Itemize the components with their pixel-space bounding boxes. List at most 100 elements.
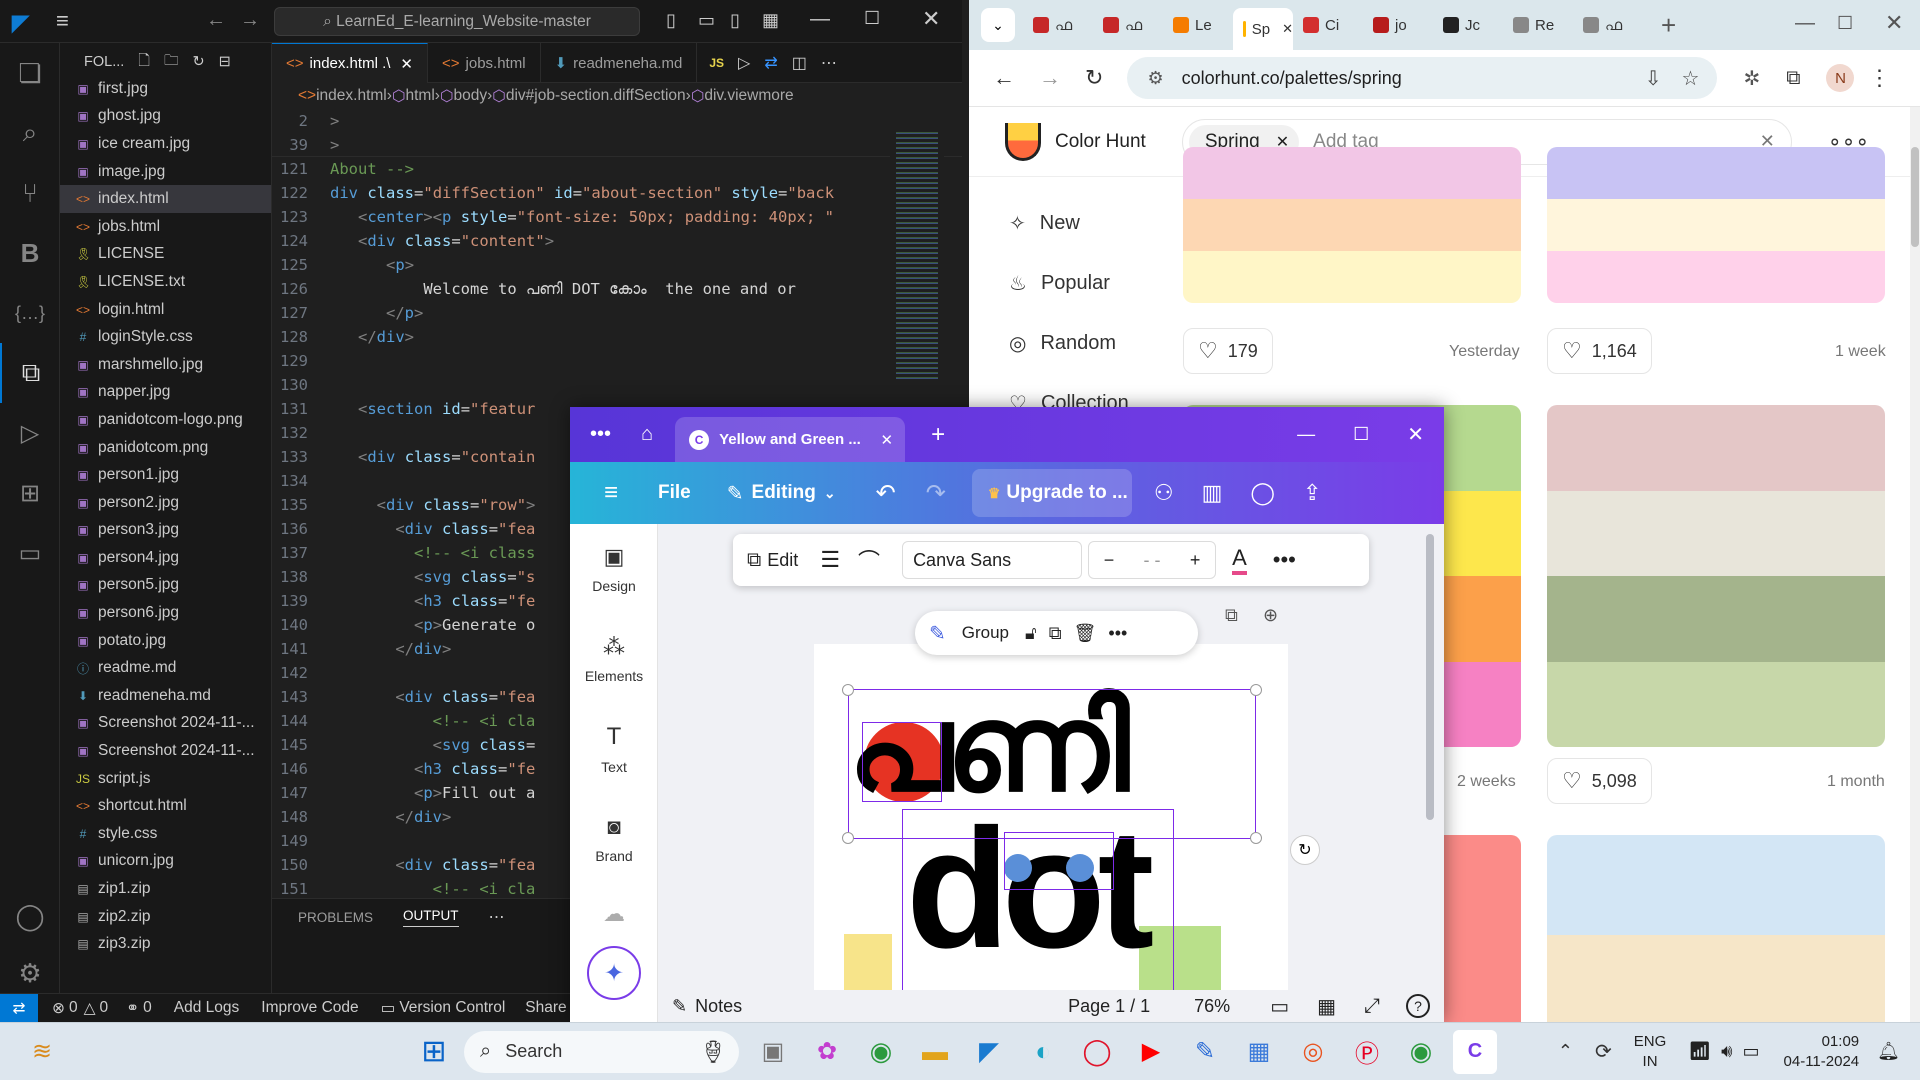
copilot-icon[interactable]: ✿ — [805, 1030, 849, 1074]
more-actions-icon[interactable]: ⋯ — [821, 53, 837, 73]
chrome-tab[interactable]: Sp ✕ — [1233, 8, 1293, 50]
battery-icon[interactable]: ▭ — [1743, 1041, 1760, 1062]
layout-icon[interactable]: ▦ — [762, 10, 779, 31]
chrome-tab[interactable]: Ci — [1293, 8, 1363, 42]
help-icon[interactable]: ? — [1406, 994, 1430, 1018]
color-swatch[interactable] — [1183, 251, 1521, 303]
canva-maximize-icon[interactable]: ☐ — [1353, 424, 1369, 445]
file-item[interactable]: # loginStyle.css — [60, 323, 271, 351]
zoom-level[interactable]: 76% — [1194, 996, 1230, 1017]
file-item[interactable]: <> login.html — [60, 296, 271, 324]
file-item[interactable]: ⓘ readme.md — [60, 654, 271, 682]
file-item[interactable]: ▤ zip3.zip — [60, 930, 271, 958]
chrome-maximize-icon[interactable]: ☐ — [1837, 13, 1853, 34]
color-swatch[interactable] — [1547, 935, 1885, 1022]
canva-tab-close-icon[interactable]: ✕ — [881, 431, 894, 449]
resize-handle[interactable] — [842, 684, 854, 696]
compare-icon[interactable]: ⇄ — [764, 53, 777, 73]
code-line[interactable]: 129 — [272, 349, 962, 373]
remote-icon[interactable]: ⇄ — [0, 993, 38, 1023]
font-size-stepper[interactable]: − - - + — [1088, 541, 1217, 579]
resize-handle[interactable] — [842, 832, 854, 844]
color-swatch[interactable] — [1547, 251, 1885, 303]
nav-popular[interactable]: ♨ Popular — [969, 253, 1129, 313]
undo-icon[interactable]: ↶ — [876, 479, 896, 508]
tool-elements[interactable]: ⁂ Elements — [570, 614, 658, 704]
palette-card[interactable] — [1547, 147, 1885, 303]
chrome-tab[interactable]: Le — [1163, 8, 1233, 42]
file-item[interactable]: <> index.html — [60, 185, 271, 213]
code-line[interactable]: 128 </div> — [272, 325, 962, 349]
color-swatch[interactable] — [1547, 405, 1885, 491]
youtube-icon[interactable]: ▶ — [1129, 1030, 1173, 1074]
lock-icon[interactable]: 🔓︎ — [1025, 623, 1037, 644]
task-view-icon[interactable]: ▣ — [751, 1030, 795, 1074]
file-item[interactable]: ▤ zip1.zip — [60, 875, 271, 903]
taskbar-search[interactable]: ⌕ Search 🏺︎ — [464, 1030, 739, 1073]
ports-icon[interactable]: ⚭ — [126, 999, 139, 1018]
color-swatch[interactable] — [1547, 576, 1885, 662]
file-item[interactable]: ▣ person5.jpg — [60, 572, 271, 600]
line-spacing-icon[interactable]: ☰ — [820, 547, 840, 573]
font-size-minus-icon[interactable]: − — [1104, 550, 1115, 571]
file-item[interactable]: ⬇ readmeneha.md — [60, 682, 271, 710]
code-line[interactable]: 122 div class="diffSection" id="about-sec… — [272, 181, 962, 205]
tab-readmeneha-md[interactable]: ⬇ readmeneha.md — [541, 43, 698, 83]
opera-icon[interactable]: ◯ — [1075, 1030, 1119, 1074]
error-icon[interactable]: ⊗ — [52, 999, 65, 1018]
notes-button[interactable]: Notes — [695, 996, 742, 1017]
palette-card[interactable] — [1183, 147, 1521, 303]
vscode-taskbar-icon[interactable]: ◤ — [967, 1030, 1011, 1074]
edge-icon[interactable]: ◐ — [1021, 1030, 1065, 1074]
improve-code-button[interactable]: Improve Code — [261, 999, 358, 1017]
chrome-tab[interactable]: Jc — [1433, 8, 1503, 42]
canva-menu-dots-icon[interactable]: ••• — [590, 423, 611, 446]
chrome-tab[interactable]: jo — [1363, 8, 1433, 42]
file-item[interactable]: ▣ first.jpg — [60, 75, 271, 103]
redo-icon[interactable]: ↷ — [926, 479, 946, 508]
chrome-icon[interactable]: ◉ — [859, 1030, 903, 1074]
tab-jobs-html[interactable]: <> jobs.html — [428, 43, 541, 83]
forward-arrow-icon[interactable]: → — [240, 9, 260, 32]
chrome-menu-icon[interactable]: ⋮ — [1868, 65, 1890, 91]
extension-bug-icon[interactable]: ✲ — [1743, 66, 1760, 91]
canva-hamburger-icon[interactable]: ≡ — [604, 479, 618, 507]
back-arrow-icon[interactable]: ← — [206, 9, 226, 32]
page-indicator[interactable]: Page 1 / 1 — [1068, 996, 1150, 1017]
breadcrumb-item[interactable]: div.viewmore — [704, 87, 793, 105]
file-item[interactable]: ▣ person3.jpg — [60, 517, 271, 545]
tab-close-icon[interactable]: ✕ — [400, 55, 413, 73]
comment-icon[interactable]: ◯ — [1250, 480, 1275, 506]
back-icon[interactable]: ← — [993, 65, 1015, 91]
color-swatch[interactable] — [1547, 661, 1885, 747]
group-button[interactable]: Group — [962, 623, 1009, 643]
group-more-icon[interactable]: ••• — [1108, 623, 1127, 644]
add-logs-button[interactable]: Add Logs — [174, 999, 240, 1017]
ubuntu-icon[interactable]: ◎ — [1291, 1030, 1335, 1074]
code-line[interactable]: 127 </p> — [272, 301, 962, 325]
breadcrumb-item[interactable]: body — [454, 87, 488, 105]
tool-uploads[interactable]: ☁ — [570, 884, 658, 944]
bookmark-star-icon[interactable]: ☆ — [1682, 66, 1700, 91]
font-family-dropdown[interactable]: Canva Sans — [902, 541, 1083, 579]
windows-start-icon[interactable]: ⊞ — [412, 1030, 456, 1074]
refresh-icon[interactable]: ↻ — [192, 54, 204, 70]
code-line[interactable]: 121 About --> — [272, 157, 962, 181]
page-grid-icon[interactable]: ▭ — [1270, 994, 1289, 1019]
add-page-icon[interactable]: ⊕ — [1263, 605, 1278, 626]
canva-scrollbar[interactable] — [1426, 524, 1434, 824]
chrome-profile-icon[interactable]: ◉ — [1399, 1030, 1443, 1074]
selection-box[interactable] — [1004, 832, 1114, 890]
like-button[interactable]: ♡ 5,098 — [1547, 758, 1652, 804]
wifi-icon[interactable]: 📶︎ — [1688, 1041, 1711, 1062]
color-swatch[interactable] — [1183, 147, 1521, 199]
file-item[interactable]: <> shortcut.html — [60, 792, 271, 820]
chrome-minimize-icon[interactable]: — — [1795, 12, 1815, 35]
color-swatch[interactable] — [1547, 199, 1885, 251]
code-line[interactable]: 2 > — [272, 109, 962, 133]
chrome-close-icon[interactable]: ✕ — [1885, 10, 1903, 36]
new-tab-icon[interactable]: + — [1661, 10, 1676, 41]
file-item[interactable]: ▣ image.jpg — [60, 158, 271, 186]
resize-handle[interactable] — [1250, 832, 1262, 844]
color-swatch[interactable] — [1547, 147, 1885, 199]
